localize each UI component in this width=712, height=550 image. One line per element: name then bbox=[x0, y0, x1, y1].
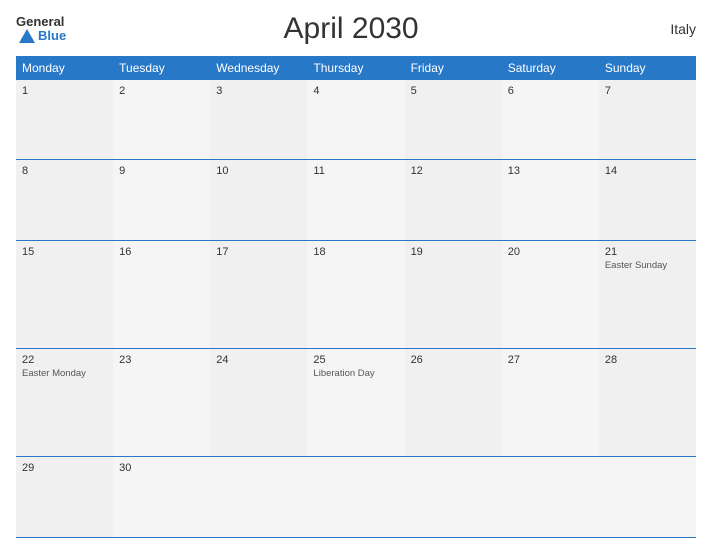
calendar-cell: 5 bbox=[405, 80, 502, 160]
calendar-week-row: 1234 567 bbox=[16, 80, 696, 160]
col-wednesday: Wednesday bbox=[210, 56, 307, 80]
holiday-label: Easter Sunday bbox=[605, 260, 690, 271]
day-number: 13 bbox=[508, 165, 593, 177]
logo-text: General Blue bbox=[16, 15, 66, 44]
calendar-cell: 15 bbox=[16, 240, 113, 348]
calendar-cell: 8 bbox=[16, 160, 113, 241]
calendar-week-row: 89 10 11 12 13 14 bbox=[16, 160, 696, 241]
col-tuesday: Tuesday bbox=[113, 56, 210, 80]
day-number: 8 bbox=[22, 165, 107, 177]
day-number: 21 bbox=[605, 246, 690, 258]
calendar-cell: 7 bbox=[599, 80, 696, 160]
calendar-cell bbox=[210, 457, 307, 538]
calendar-cell: 9 bbox=[113, 160, 210, 241]
day-number: 14 bbox=[605, 165, 690, 177]
day-number: 28 bbox=[605, 354, 690, 366]
calendar-cell: 17 bbox=[210, 240, 307, 348]
calendar-header-row: Monday Tuesday Wednesday Thursday Friday… bbox=[16, 56, 696, 80]
day-number: 15 bbox=[22, 246, 107, 258]
calendar-cell: 1 bbox=[16, 80, 113, 160]
day-number: 26 bbox=[411, 354, 496, 366]
calendar-page: General Blue April 2030 Italy Monday Tue… bbox=[0, 0, 712, 550]
logo-general: General bbox=[16, 14, 64, 29]
logo: General Blue bbox=[16, 15, 66, 44]
day-number: 22 bbox=[22, 354, 107, 366]
calendar-cell: 2 bbox=[113, 80, 210, 160]
day-number: 20 bbox=[508, 246, 593, 258]
calendar-table: Monday Tuesday Wednesday Thursday Friday… bbox=[16, 56, 696, 538]
day-number: 11 bbox=[313, 165, 398, 177]
day-number: 25 bbox=[313, 354, 398, 366]
day-number: 23 bbox=[119, 354, 204, 366]
calendar-cell: 26 bbox=[405, 349, 502, 457]
calendar-cell: 19 bbox=[405, 240, 502, 348]
calendar-cell: 10 bbox=[210, 160, 307, 241]
calendar-cell: 23 bbox=[113, 349, 210, 457]
calendar-cell: 18 bbox=[307, 240, 404, 348]
calendar-cell: 22 Easter Monday bbox=[16, 349, 113, 457]
calendar-cell: 28 bbox=[599, 349, 696, 457]
calendar-header: General Blue April 2030 Italy bbox=[16, 12, 696, 46]
col-monday: Monday bbox=[16, 56, 113, 80]
calendar-cell: 3 bbox=[210, 80, 307, 160]
calendar-cell: 14 bbox=[599, 160, 696, 241]
calendar-cell: 13 bbox=[502, 160, 599, 241]
holiday-label: Liberation Day bbox=[313, 368, 398, 379]
col-saturday: Saturday bbox=[502, 56, 599, 80]
calendar-cell: 21 Easter Sunday bbox=[599, 240, 696, 348]
calendar-cell: 4 bbox=[307, 80, 404, 160]
calendar-cell bbox=[307, 457, 404, 538]
day-number: 27 bbox=[508, 354, 593, 366]
day-number: 18 bbox=[313, 246, 398, 258]
day-number: 2 bbox=[119, 85, 204, 97]
holiday-label: Easter Monday bbox=[22, 368, 107, 379]
calendar-cell: 6 bbox=[502, 80, 599, 160]
day-number: 4 bbox=[313, 85, 398, 97]
country-label: Italy bbox=[636, 21, 696, 37]
calendar-cell: 20 bbox=[502, 240, 599, 348]
day-number: 9 bbox=[119, 165, 204, 177]
calendar-cell: 27 bbox=[502, 349, 599, 457]
day-number: 3 bbox=[216, 85, 301, 97]
day-number: 30 bbox=[119, 462, 204, 474]
calendar-cell: 30 bbox=[113, 457, 210, 538]
calendar-cell: 24 bbox=[210, 349, 307, 457]
calendar-cell: 29 bbox=[16, 457, 113, 538]
col-friday: Friday bbox=[405, 56, 502, 80]
calendar-cell bbox=[599, 457, 696, 538]
calendar-week-row: 22 Easter Monday 23 24 25 Liberation Day 26 27 2… bbox=[16, 349, 696, 457]
col-thursday: Thursday bbox=[307, 56, 404, 80]
calendar-cell bbox=[502, 457, 599, 538]
day-number: 10 bbox=[216, 165, 301, 177]
calendar-body: 123456789101112131415161718192021Easter … bbox=[16, 80, 696, 538]
day-number: 19 bbox=[411, 246, 496, 258]
calendar-cell: 25 Liberation Day bbox=[307, 349, 404, 457]
day-number: 17 bbox=[216, 246, 301, 258]
calendar-title: April 2030 bbox=[66, 12, 636, 46]
col-sunday: Sunday bbox=[599, 56, 696, 80]
calendar-cell: 11 bbox=[307, 160, 404, 241]
day-number: 29 bbox=[22, 462, 107, 474]
logo-triangle-icon bbox=[19, 29, 35, 43]
day-number: 12 bbox=[411, 165, 496, 177]
calendar-week-row: 29 30 bbox=[16, 457, 696, 538]
calendar-cell: 16 bbox=[113, 240, 210, 348]
calendar-cell: 12 bbox=[405, 160, 502, 241]
calendar-cell bbox=[405, 457, 502, 538]
day-number: 7 bbox=[605, 85, 690, 97]
day-number: 6 bbox=[508, 85, 593, 97]
day-number: 1 bbox=[22, 85, 107, 97]
day-number: 5 bbox=[411, 85, 496, 97]
logo-blue: Blue bbox=[38, 29, 66, 43]
calendar-week-row: 15 16 17 18 19 20 21 Easter Sunday bbox=[16, 240, 696, 348]
day-number: 24 bbox=[216, 354, 301, 366]
day-number: 16 bbox=[119, 246, 204, 258]
